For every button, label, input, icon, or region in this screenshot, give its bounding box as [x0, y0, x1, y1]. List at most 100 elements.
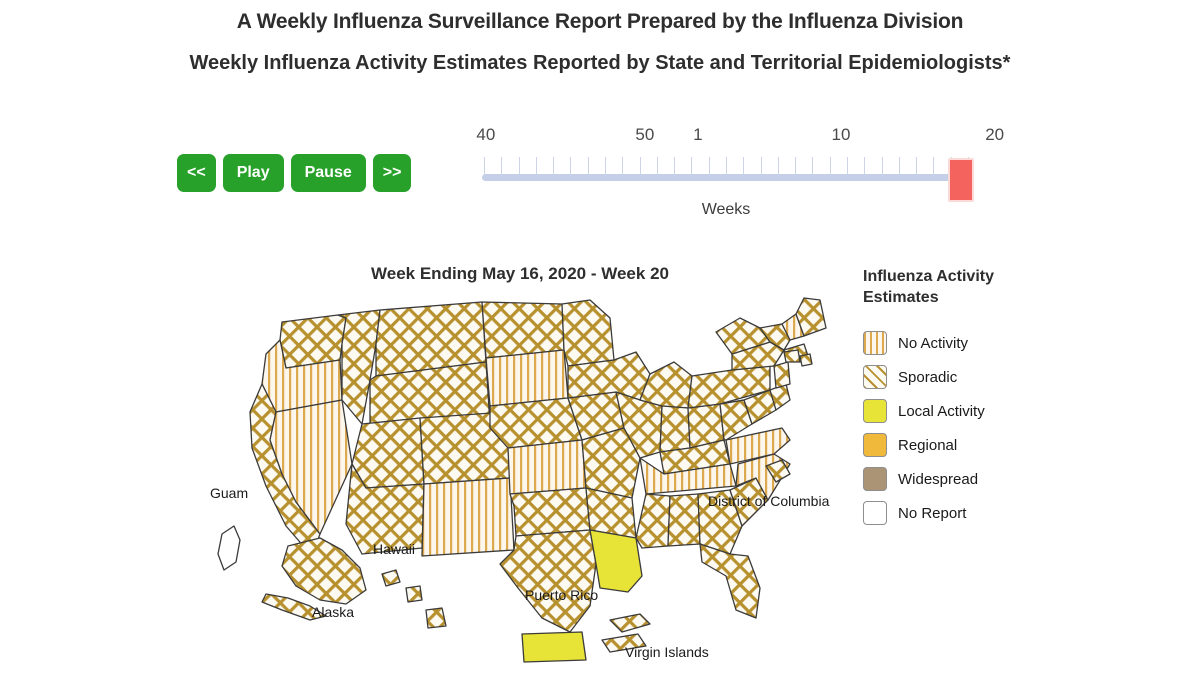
slider-track[interactable] — [482, 174, 962, 181]
map-label-puerto-rico: Puerto Rico — [525, 587, 598, 603]
legend-label: Local Activity — [898, 402, 985, 420]
state-florida[interactable] — [699, 543, 761, 619]
territory-puerto-rico[interactable] — [521, 631, 587, 663]
header: A Weekly Influenza Surveillance Report P… — [0, 8, 1200, 77]
legend-label: No Activity — [898, 334, 969, 352]
state-hawaii-1[interactable] — [381, 569, 401, 587]
state-rhode-island[interactable] — [799, 353, 813, 367]
slider-tick — [708, 157, 710, 175]
legend-item-sporadic[interactable]: Sporadic — [863, 360, 1113, 394]
slider-label-50: 50 — [635, 125, 655, 144]
slider-tick — [864, 157, 866, 175]
slider-tick — [829, 157, 831, 175]
state-connecticut[interactable] — [783, 349, 801, 363]
legend-item-no-report[interactable]: No Report — [863, 496, 1113, 530]
slider-tick — [622, 157, 624, 175]
legend-swatch-vertical-lines — [863, 331, 887, 355]
legend-swatch-crosshatch — [863, 365, 887, 389]
state-mississippi[interactable] — [635, 493, 671, 549]
state-kansas[interactable] — [507, 439, 587, 495]
legend: Influenza Activity Estimates No Activity… — [863, 266, 1113, 530]
playback-controls: << Play Pause >> — [178, 155, 411, 191]
state-indiana[interactable] — [659, 405, 691, 453]
territory-guam[interactable] — [217, 525, 241, 571]
pause-button[interactable]: Pause — [291, 155, 365, 191]
slider-tick — [518, 157, 520, 175]
slider-tick — [760, 157, 762, 175]
slider-label-20: 20 — [985, 125, 1005, 144]
slider-tick — [639, 157, 641, 175]
legend-label: Sporadic — [898, 368, 958, 386]
slider-tick — [570, 157, 572, 175]
state-south-dakota[interactable] — [485, 349, 569, 407]
map-svg: Guam Hawaii Alaska Puerto Rico Virgin Island… — [210, 297, 830, 663]
state-michigan[interactable] — [639, 361, 693, 409]
legend-label: No Report — [898, 504, 967, 522]
slider-tick — [553, 157, 555, 175]
map-label-alaska: Alaska — [312, 604, 354, 620]
slider-tick — [881, 157, 883, 175]
legend-title: Influenza Activity Estimates — [863, 268, 994, 306]
slider-ticks — [484, 157, 969, 175]
slider-tick — [674, 157, 676, 175]
week-slider[interactable]: 40 50 1 10 20 Weeks — [470, 125, 1004, 230]
rewind-button[interactable]: << — [178, 155, 215, 191]
slider-tick — [535, 157, 537, 175]
page-subtitle: Weekly Influenza Activity Estimates Repo… — [189, 52, 1011, 74]
slider-tick — [726, 157, 727, 175]
slider-tick — [501, 157, 503, 175]
slider-tick — [847, 157, 848, 175]
legend-item-regional[interactable]: Regional — [863, 428, 1113, 462]
map-label-guam: Guam — [210, 485, 248, 501]
state-alaska[interactable] — [281, 537, 367, 605]
state-north-dakota[interactable] — [481, 301, 565, 359]
slider-tick — [777, 157, 779, 175]
state-alabama[interactable] — [667, 493, 701, 547]
slider-caption: Weeks — [701, 201, 751, 218]
map-label-hawaii: Hawaii — [373, 541, 415, 557]
legend-swatch-solid — [863, 433, 887, 457]
state-oklahoma[interactable] — [509, 487, 591, 537]
slider-tick — [743, 157, 745, 175]
play-button[interactable]: Play — [223, 155, 283, 191]
us-influenza-map[interactable]: Guam Hawaii Alaska Puerto Rico Virgin Island… — [170, 288, 840, 674]
slider-tick — [933, 157, 935, 175]
slider-tick — [795, 157, 797, 175]
legend-items: No Activity Sporadic Local Activity Regiona… — [863, 326, 1113, 530]
map-title: Week Ending May 16, 2020 - Week 20 — [371, 264, 669, 283]
slider-tick — [484, 157, 485, 175]
state-new-jersey[interactable] — [773, 361, 791, 389]
legend-swatch-solid — [863, 399, 887, 423]
legend-item-no-activity[interactable]: No Activity — [863, 326, 1113, 360]
influenza-activity-map-page: A Weekly Influenza Surveillance Report P… — [0, 0, 1200, 674]
state-utah[interactable] — [351, 417, 425, 489]
legend-swatch-solid — [863, 501, 887, 525]
territory-virgin-islands-1[interactable] — [609, 613, 651, 633]
state-texas[interactable] — [499, 529, 597, 633]
slider-label-40: 40 — [476, 125, 496, 144]
legend-label: Regional — [898, 436, 958, 454]
state-hawaii-3[interactable] — [425, 607, 447, 629]
slider-label-10: 10 — [831, 125, 851, 144]
map-label-virgin-islands: Virgin Islands — [625, 644, 709, 660]
legend-swatch-solid — [863, 467, 887, 491]
slider-tick — [691, 157, 693, 175]
slider-tick — [916, 157, 918, 175]
state-new-mexico[interactable] — [421, 477, 515, 557]
legend-item-widespread[interactable]: Widespread — [863, 462, 1113, 496]
legend-item-local-activity[interactable]: Local Activity — [863, 394, 1113, 428]
map-label-district-of-columbia: District of Columbia — [708, 493, 830, 509]
slider-tick — [656, 157, 658, 175]
state-louisiana[interactable] — [589, 529, 643, 593]
state-minnesota[interactable] — [561, 299, 615, 367]
state-nebraska[interactable] — [489, 397, 583, 449]
forward-button[interactable]: >> — [373, 155, 411, 191]
slider-tick — [898, 157, 900, 175]
legend-label: Widespread — [898, 470, 979, 488]
slider-handle[interactable] — [948, 158, 974, 202]
slider-label-1: 1 — [693, 125, 703, 144]
slider-tick — [605, 157, 606, 175]
slider-tick-labels: 40 50 1 10 20 — [470, 125, 1004, 149]
page-title: A Weekly Influenza Surveillance Report P… — [236, 10, 964, 33]
state-hawaii-2[interactable] — [405, 585, 423, 603]
